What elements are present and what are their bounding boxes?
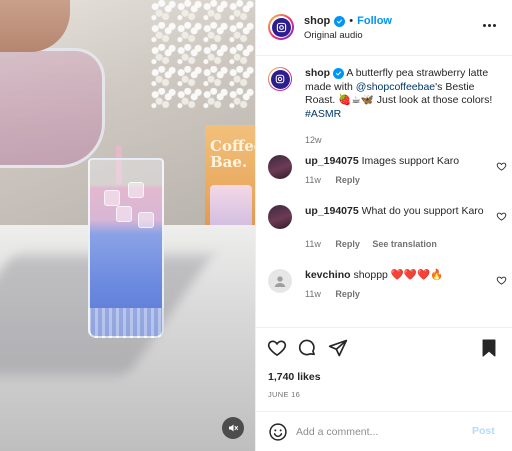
follow-button[interactable]: Follow (357, 15, 392, 27)
default-user-icon (274, 276, 286, 287)
like-comment-heart-icon[interactable] (496, 211, 507, 222)
like-heart-icon[interactable] (267, 338, 287, 358)
post-media[interactable]: Coffee Bae. (0, 0, 255, 451)
ice-cube (104, 190, 120, 206)
comment-item: up_194075 What do you support Karo 11w R… (268, 205, 508, 259)
comment-content: What do you support Karo (361, 205, 484, 217)
instagram-logo-icon (276, 22, 286, 32)
comment-username[interactable]: up_194075 (305, 205, 359, 217)
reply-button[interactable]: Reply (335, 239, 360, 249)
caption-meta: 12w (305, 135, 322, 145)
comment-input[interactable] (296, 423, 456, 441)
caption-username[interactable]: shop (305, 67, 330, 79)
post-comment-button[interactable]: Post (472, 425, 495, 437)
comment-username[interactable]: kevchino (305, 269, 351, 281)
comment-meta: 11w Reply See translation (305, 239, 437, 249)
separator-dot: • (349, 15, 354, 27)
comment-age[interactable]: 11w (305, 175, 321, 185)
comment-item: up_194075 Images support Karo 11w Reply (268, 155, 508, 195)
reply-button[interactable]: Reply (335, 289, 360, 299)
coffee-box-label: Coffee Bae. (210, 137, 255, 171)
glass-base (88, 308, 164, 338)
instagram-logo-icon (275, 74, 285, 84)
verified-badge-icon (333, 68, 345, 79)
verified-badge-icon (334, 15, 346, 27)
add-comment-bar: Post (256, 411, 512, 451)
comment-text: up_194075 Images support Karo (305, 155, 503, 169)
caption-age[interactable]: 12w (305, 135, 322, 145)
comment-avatar[interactable] (268, 155, 292, 179)
like-comment-heart-icon[interactable] (496, 275, 507, 286)
likes-count[interactable]: 1,740 likes (268, 371, 321, 383)
ice-cube (116, 206, 132, 222)
speaker-muted-icon (229, 424, 238, 432)
caption-mention-link[interactable]: @shopcoffeebae (356, 81, 435, 93)
ice-cube (138, 212, 154, 228)
caption-hashtag-link[interactable]: #ASMR (305, 108, 341, 120)
more-options-button[interactable] (480, 18, 498, 32)
comment-meta: 11w Reply (305, 175, 360, 185)
caption-text-end: Just look at those colors! (376, 94, 493, 106)
comment-age[interactable]: 11w (305, 239, 321, 249)
emoji-smiley-icon[interactable] (268, 422, 288, 442)
caption: shop A butterfly pea strawberry latte ma… (268, 67, 508, 145)
caption-emoji: 🍓☕🦋 (338, 94, 374, 106)
post-detail-panel: shop • Follow Original audio shop A butt… (255, 0, 512, 451)
profile-avatar[interactable] (268, 14, 294, 40)
post-actions: 1,740 likes JUNE 16 Post (256, 327, 512, 451)
comment-avatar[interactable] (268, 269, 292, 293)
caption-text: shop A butterfly pea strawberry latte ma… (305, 67, 503, 121)
pitcher (0, 48, 105, 168)
save-bookmark-icon[interactable] (479, 338, 499, 358)
comment-bubble-icon[interactable] (297, 338, 317, 358)
post-header: shop • Follow Original audio (256, 0, 512, 56)
flowers-decoration (150, 0, 255, 110)
caption-avatar[interactable] (268, 67, 292, 91)
share-send-icon[interactable] (328, 338, 348, 358)
see-translation-button[interactable]: See translation (372, 239, 437, 249)
more-horizontal-icon (482, 23, 486, 27)
comment-avatar[interactable] (268, 205, 292, 229)
comment-age[interactable]: 11w (305, 289, 321, 299)
audio-link[interactable]: Original audio (304, 30, 363, 41)
audio-mute-button[interactable] (222, 417, 244, 439)
comment-meta: 11w Reply (305, 289, 360, 299)
reply-button[interactable]: Reply (335, 175, 360, 185)
post-date[interactable]: JUNE 16 (268, 390, 300, 399)
comment-content: Images support Karo (361, 155, 460, 167)
comment-text: kevchino shoppp ❤️❤️❤️🔥 (305, 269, 503, 283)
like-comment-heart-icon[interactable] (496, 161, 507, 172)
author-username[interactable]: shop (304, 15, 330, 27)
comment-item: kevchino shoppp ❤️❤️❤️🔥 11w Reply (268, 269, 508, 309)
header-name-row: shop • Follow (304, 14, 392, 28)
ice-cube (128, 182, 144, 198)
comment-text: up_194075 What do you support Karo (305, 205, 503, 219)
comment-username[interactable]: up_194075 (305, 155, 359, 167)
comment-content: shoppp ❤️❤️❤️🔥 (353, 269, 444, 281)
comments-thread[interactable]: shop A butterfly pea strawberry latte ma… (256, 57, 512, 327)
